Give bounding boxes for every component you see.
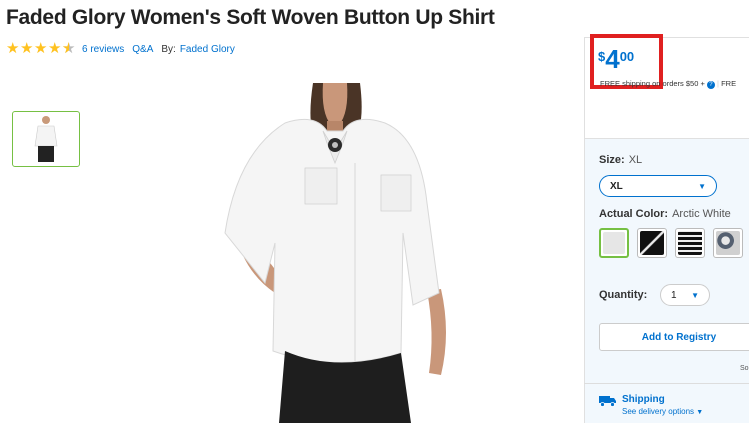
truck-icon xyxy=(599,396,616,407)
swatch-black-plaid[interactable] xyxy=(675,228,705,258)
color-label: Actual Color: xyxy=(599,208,669,220)
swatch-black-stripe[interactable] xyxy=(637,228,667,258)
product-title: Faded Glory Women's Soft Woven Button Up… xyxy=(6,6,495,29)
size-label: Size: xyxy=(599,154,625,166)
reviews-link[interactable]: 6 reviews xyxy=(82,44,124,55)
quantity-select[interactable]: 1 ▼ xyxy=(660,284,710,306)
brand-link[interactable]: Faded Glory xyxy=(180,44,235,55)
chevron-down-icon: ▼ xyxy=(691,290,699,300)
quantity-label: Quantity: xyxy=(599,289,647,301)
product-price: $ 4 00 xyxy=(598,45,634,73)
thumbnail-shirt-image xyxy=(34,116,58,162)
star-icon: ★ xyxy=(34,40,48,57)
quantity-label-text: Quantity: xyxy=(599,289,648,301)
free-shipping-tail: FRE xyxy=(721,79,737,88)
shipping-title: Shipping xyxy=(622,394,665,405)
panel-divider xyxy=(584,383,749,384)
star-icon: ★ xyxy=(20,40,34,57)
price-currency: $ xyxy=(598,49,606,64)
chevron-down-icon: ▼ xyxy=(696,409,704,416)
qa-link[interactable]: Q&A xyxy=(132,44,153,55)
star-icon: ★ xyxy=(6,40,20,57)
color-value: Arctic White xyxy=(672,208,731,220)
half-star-icon: ★ xyxy=(62,42,76,56)
swatch-fill xyxy=(716,231,740,255)
price-integer: 4 xyxy=(605,44,620,74)
size-select[interactable]: XL ▼ xyxy=(599,175,717,197)
product-meta-row: ★ ★ ★ ★ ★ 6 reviews Q&A By: Faded Glory xyxy=(6,40,243,57)
star-icon: ★ xyxy=(48,40,62,57)
shipping-row: Shipping See delivery options ▼ xyxy=(599,394,703,416)
by-label: By: xyxy=(161,43,176,55)
free-shipping-note: FREE shipping on orders $50 + ? | FRE xyxy=(600,79,737,89)
swatch-floral[interactable] xyxy=(713,228,743,258)
product-thumbnail[interactable] xyxy=(12,111,80,167)
quantity-value: 1 xyxy=(671,289,677,301)
size-value: XL xyxy=(628,154,643,166)
add-to-registry-button[interactable]: Add to Registry xyxy=(599,323,749,351)
delivery-options-text: See delivery options xyxy=(622,407,695,416)
free-shipping-text: FREE shipping on orders $50 + xyxy=(600,79,705,88)
swatch-fill xyxy=(603,232,625,254)
price-decimal: 00 xyxy=(619,49,635,64)
color-label-row: Actual Color: Arctic White xyxy=(599,208,731,220)
rating-stars[interactable]: ★ ★ ★ ★ ★ xyxy=(6,40,76,57)
shipping-text: Shipping See delivery options ▼ xyxy=(622,394,703,416)
size-selected: XL xyxy=(610,180,623,192)
sold-by-fragment: So xyxy=(740,365,749,372)
product-main-image[interactable] xyxy=(215,83,455,423)
size-label-row: Size: XL xyxy=(599,154,642,166)
delivery-options-link[interactable]: See delivery options ▼ xyxy=(622,407,703,416)
chevron-down-icon: ▼ xyxy=(698,181,706,191)
swatch-arctic-white[interactable] xyxy=(599,228,629,258)
swatch-fill xyxy=(640,231,664,255)
swatch-fill xyxy=(678,231,702,255)
help-icon[interactable]: ? xyxy=(706,81,715,89)
